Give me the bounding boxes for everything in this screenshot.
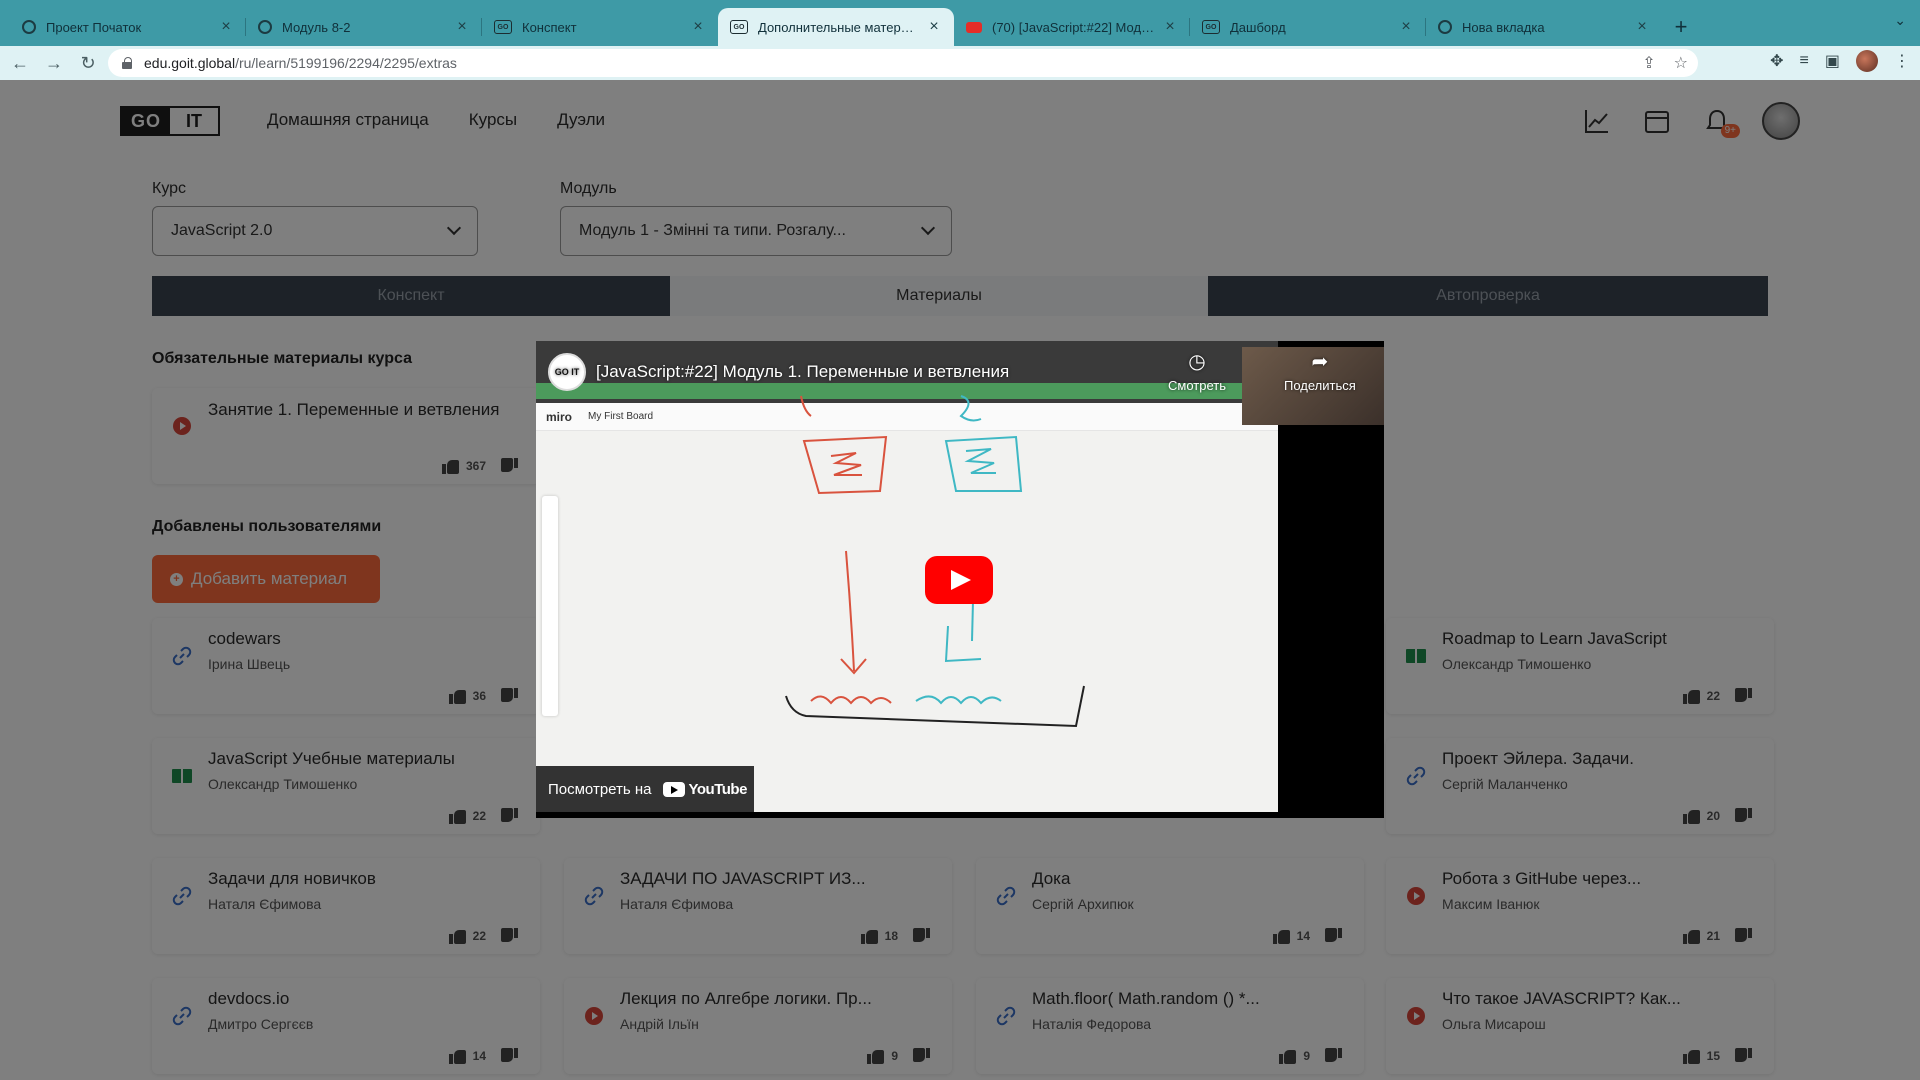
url-path: /ru/learn/5199196/2294/2295/extras — [235, 55, 457, 71]
browser-tab[interactable]: (70) [JavaScript:#22] Модуль × — [954, 8, 1190, 46]
share-button[interactable]: ➦ Поделиться — [1284, 349, 1356, 393]
browser-tab[interactable]: Нова вкладка × — [1426, 8, 1662, 46]
browser-tab[interactable]: GO Дашборд × — [1190, 8, 1426, 46]
side-panel-icon[interactable]: ▣ — [1825, 51, 1840, 71]
close-tab-icon[interactable]: × — [690, 18, 706, 36]
globe-icon — [22, 20, 36, 34]
video-frame: miro My First Board — [536, 341, 1278, 812]
url-host: edu.goit.global — [144, 55, 236, 71]
tab-title: Нова вкладка — [1462, 19, 1545, 35]
profile-avatar-icon[interactable] — [1856, 50, 1878, 72]
close-tab-icon[interactable]: × — [454, 18, 470, 36]
whiteboard-drawing — [785, 395, 1085, 728]
globe-icon — [258, 20, 272, 34]
tab-title: Дополнительные материалы — [758, 19, 920, 35]
browser-tab[interactable]: GO Конспект × — [482, 8, 718, 46]
forward-arrow-icon[interactable]: → — [40, 49, 68, 77]
clock-icon: ◷ — [1188, 351, 1206, 373]
video-title[interactable]: [JavaScript:#22] Модуль 1. Переменные и … — [596, 362, 1009, 382]
tab-search-chevron-icon[interactable]: ⌄ — [1894, 12, 1906, 29]
tab-title: Модуль 8-2 — [282, 19, 351, 35]
tab-title: Конспект — [522, 19, 577, 35]
new-tab-button[interactable]: + — [1666, 12, 1696, 42]
browser-tab-strip: Проект Початок × Модуль 8-2 × GO Конспек… — [0, 0, 1920, 46]
share-arrow-icon: ➦ — [1311, 351, 1329, 373]
share-page-icon[interactable]: ⇪ — [1642, 53, 1655, 73]
globe-icon — [1438, 20, 1452, 34]
watch-on-youtube-button[interactable]: Посмотреть на YouTube — [536, 766, 754, 812]
extensions-puzzle-icon[interactable]: ✥ — [1770, 51, 1783, 71]
tab-title: Дашборд — [1230, 19, 1286, 35]
youtube-icon — [663, 781, 686, 797]
browser-tab-active[interactable]: GO Дополнительные материалы × — [718, 8, 954, 46]
youtube-icon — [966, 21, 982, 33]
youtube-logo: YouTube — [663, 781, 747, 798]
watch-later-button[interactable]: ◷ Смотреть — [1168, 349, 1226, 393]
back-arrow-icon[interactable]: ← — [6, 49, 34, 77]
close-tab-icon[interactable]: × — [1634, 18, 1650, 36]
reload-icon[interactable]: ↻ — [74, 49, 102, 77]
browser-menu-icon[interactable]: ⋮ — [1894, 51, 1910, 71]
bookmark-star-icon[interactable]: ☆ — [1674, 53, 1688, 73]
close-tab-icon[interactable]: × — [218, 18, 234, 36]
goit-icon: GO — [494, 20, 512, 34]
browser-tab[interactable]: Модуль 8-2 × — [246, 8, 482, 46]
lock-icon — [122, 57, 132, 69]
browser-tab[interactable]: Проект Початок × — [10, 8, 246, 46]
tab-title: Проект Початок — [46, 19, 142, 35]
address-bar[interactable]: edu.goit.global/ru/learn/5199196/2294/22… — [108, 49, 1698, 77]
browser-toolbar: ← → ↻ edu.goit.global/ru/learn/5199196/2… — [0, 46, 1920, 80]
play-button-icon[interactable] — [925, 556, 993, 604]
channel-avatar[interactable]: GO IT — [548, 353, 586, 391]
youtube-video-player[interactable]: miro My First Board GO IT [JavaScript:#2… — [536, 341, 1384, 818]
media-queue-icon[interactable]: ≡ — [1800, 52, 1809, 70]
close-tab-icon[interactable]: × — [926, 18, 942, 36]
close-tab-icon[interactable]: × — [1162, 18, 1178, 36]
tab-title: (70) [JavaScript:#22] Модуль — [992, 19, 1156, 35]
close-tab-icon[interactable]: × — [1398, 18, 1414, 36]
goit-icon: GO — [730, 20, 748, 34]
goit-icon: GO — [1202, 20, 1220, 34]
